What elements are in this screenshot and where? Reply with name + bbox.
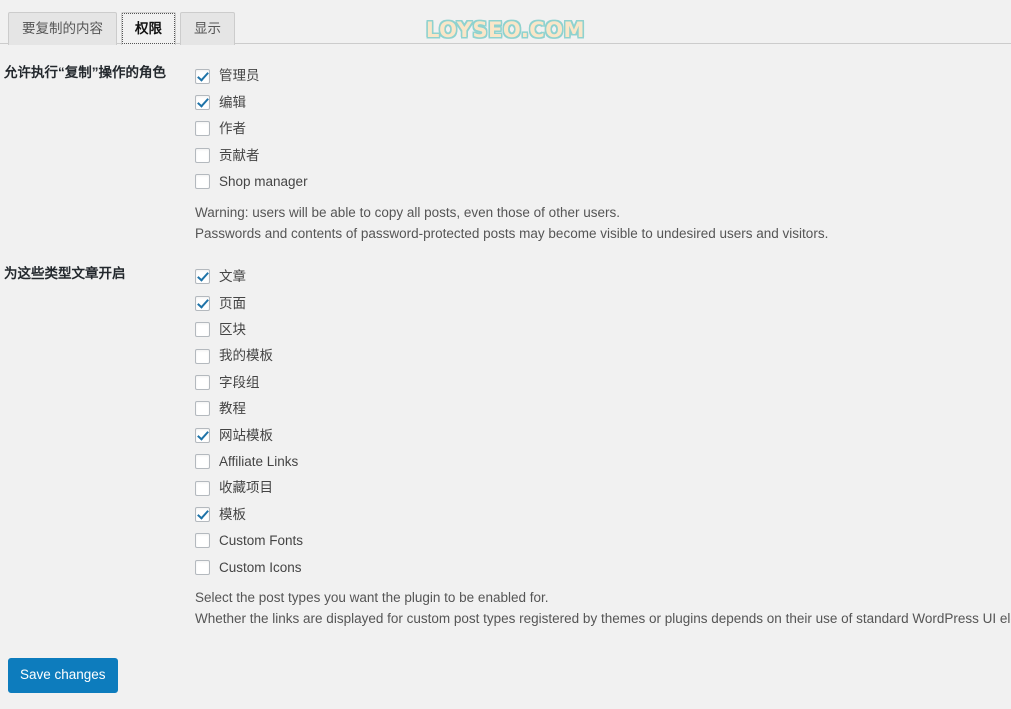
checkbox-label: 作者 — [219, 121, 246, 137]
checkbox-row[interactable]: 我的模板 — [195, 343, 1011, 369]
checkbox-checked-icon[interactable] — [195, 95, 210, 111]
checkbox-label: 页面 — [219, 295, 246, 311]
checkbox-row[interactable]: Affiliate Links — [195, 449, 1011, 475]
checkbox-checked-icon[interactable] — [195, 427, 210, 443]
settings-row: 为这些类型文章开启 文章页面区块我的模板字段组教程网站模板 Affiliate Li… — [0, 245, 1011, 631]
checkbox-row[interactable]: 贡献者 — [195, 142, 1011, 168]
tab-list: 要复制的内容 权限 显示 — [8, 11, 239, 45]
tab-0[interactable]: 要复制的内容 — [8, 11, 117, 45]
checkbox-unchecked-icon[interactable] — [195, 147, 210, 163]
checkbox-unchecked-icon[interactable] — [195, 375, 210, 391]
checkbox-checked-icon[interactable] — [195, 295, 210, 311]
checkbox-checked-icon[interactable] — [195, 269, 210, 285]
checkbox-label: 字段组 — [219, 374, 260, 390]
checkbox-unchecked-icon[interactable] — [195, 121, 210, 137]
section-description: Warning: users will be able to copy all … — [195, 203, 1011, 245]
description-line: Passwords and contents of password-prote… — [195, 225, 829, 241]
checkbox-row[interactable]: Custom Fonts — [195, 528, 1011, 554]
submit-area: Save changes — [0, 630, 1011, 693]
checkbox-unchecked-icon[interactable] — [195, 348, 210, 364]
checkbox-row[interactable]: 区块 — [195, 317, 1011, 343]
save-changes-button[interactable]: Save changes — [8, 658, 118, 693]
settings-tab-bar: 要复制的内容 权限 显示 LOYSEO.COM — [0, 0, 1011, 45]
section-description: Select the post types you want the plugi… — [195, 588, 1011, 630]
tab-1[interactable]: 权限 — [121, 11, 176, 45]
checkbox-unchecked-icon[interactable] — [195, 454, 210, 470]
checkbox-row[interactable]: 作者 — [195, 116, 1011, 142]
checkbox-unchecked-icon[interactable] — [195, 480, 210, 496]
checkbox-row[interactable]: 管理员 — [195, 63, 1011, 89]
checkbox-label: 区块 — [219, 322, 246, 338]
description-line: Whether the links are displayed for cust… — [195, 611, 1011, 627]
checkbox-label: Affiliate Links — [219, 453, 299, 469]
checkbox-row[interactable]: 页面 — [195, 290, 1011, 316]
checkbox-row[interactable]: 教程 — [195, 396, 1011, 422]
checkbox-row[interactable]: Shop manager — [195, 169, 1011, 195]
section-field: 管理员编辑作者贡献者 Shop manager Warning: users wil… — [195, 44, 1011, 245]
checkbox-label: 编辑 — [219, 94, 246, 110]
checkbox-row[interactable]: 编辑 — [195, 89, 1011, 115]
description-line: Select the post types you want the plugi… — [195, 590, 549, 606]
settings-sections: 允许执行“复制”操作的角色 管理员编辑作者贡献者 Shop manager Warni… — [0, 44, 1011, 630]
checkbox-row[interactable]: 收藏项目 — [195, 475, 1011, 501]
checkbox-row[interactable]: 网站模板 — [195, 422, 1011, 448]
checkbox-label: 我的模板 — [219, 348, 273, 364]
checkbox-row[interactable]: 模板 — [195, 501, 1011, 527]
settings-row: 允许执行“复制”操作的角色 管理员编辑作者贡献者 Shop manager Warni… — [0, 44, 1011, 245]
checkbox-label: 收藏项目 — [219, 480, 273, 496]
checkbox-label: Custom Icons — [219, 559, 302, 575]
checkbox-label: 贡献者 — [219, 147, 260, 163]
description-line: Warning: users will be able to copy all … — [195, 204, 620, 220]
checkbox-unchecked-icon[interactable] — [195, 174, 210, 190]
checkbox-label: Custom Fonts — [219, 533, 304, 549]
checkbox-checked-icon[interactable] — [195, 68, 210, 84]
checkbox-unchecked-icon[interactable] — [195, 533, 210, 549]
checkbox-label: 管理员 — [219, 68, 260, 84]
checkbox-checked-icon[interactable] — [195, 507, 210, 522]
settings-form: 允许执行“复制”操作的角色 管理员编辑作者贡献者 Shop manager Warni… — [0, 44, 1011, 693]
checkbox-unchecked-icon[interactable] — [195, 322, 210, 338]
checkbox-row[interactable]: Custom Icons — [195, 554, 1011, 580]
section-label: 为这些类型文章开启 — [4, 265, 126, 281]
checkbox-row[interactable]: 字段组 — [195, 369, 1011, 395]
checkbox-label: 文章 — [219, 269, 246, 285]
checkbox-label: 网站模板 — [219, 427, 273, 443]
section-field: 文章页面区块我的模板字段组教程网站模板 Affiliate Links 收藏项目模板… — [195, 245, 1011, 631]
checkbox-unchecked-icon[interactable] — [195, 401, 210, 417]
checkbox-label: 模板 — [219, 506, 246, 522]
checkbox-label: 教程 — [219, 401, 246, 417]
checkbox-row[interactable]: 文章 — [195, 264, 1011, 290]
checkbox-label: Shop manager — [219, 174, 308, 189]
tab-2[interactable]: 显示 — [180, 11, 235, 45]
section-label: 允许执行“复制”操作的角色 — [4, 65, 166, 80]
checkbox-unchecked-icon[interactable] — [195, 559, 210, 575]
